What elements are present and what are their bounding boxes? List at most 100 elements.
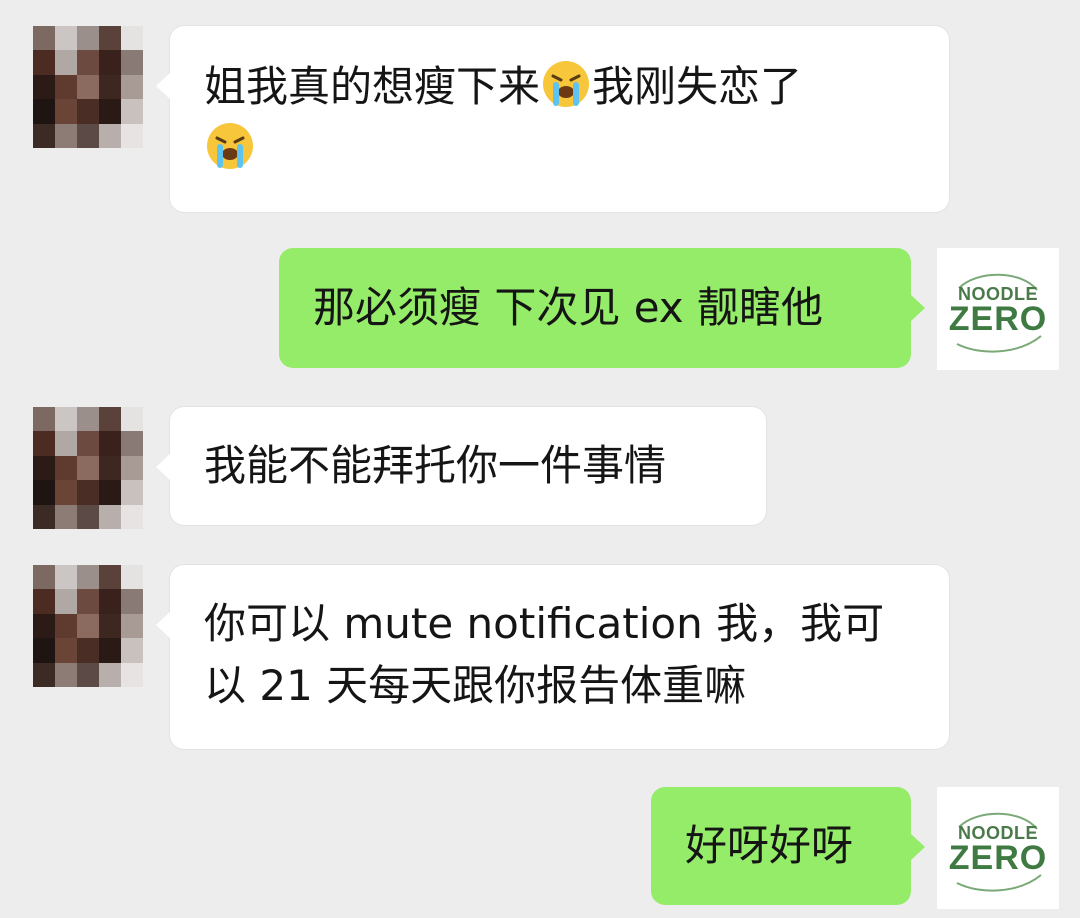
avatar-pixel bbox=[99, 613, 121, 639]
avatar-pixel bbox=[99, 123, 121, 148]
avatar-pixel bbox=[55, 638, 77, 663]
contact-avatar[interactable] bbox=[33, 407, 143, 529]
avatar-pixel bbox=[121, 662, 143, 687]
avatar-pixel bbox=[55, 407, 77, 432]
avatar-pixel bbox=[55, 480, 77, 505]
crying-face-emoji-icon bbox=[543, 61, 590, 107]
avatar-pixel bbox=[121, 504, 143, 529]
avatar-pixel bbox=[121, 431, 143, 456]
pixelated-avatar-icon bbox=[33, 26, 143, 148]
avatar-pixel bbox=[99, 455, 121, 481]
avatar-pixel bbox=[33, 565, 55, 590]
crying-face-emoji-icon bbox=[207, 123, 253, 169]
avatar-pixel bbox=[121, 50, 143, 75]
avatar-pixel bbox=[33, 662, 55, 687]
avatar-pixel bbox=[77, 50, 99, 75]
avatar-pixel bbox=[121, 480, 143, 505]
avatar-pixel bbox=[33, 455, 55, 481]
message-bubble-outgoing[interactable]: 好呀好呀 bbox=[651, 787, 925, 905]
message-bubble-incoming[interactable]: 我能不能拜托你一件事情 bbox=[156, 407, 766, 525]
avatar-pixel bbox=[33, 431, 55, 456]
avatar-pixel bbox=[121, 589, 143, 614]
avatar-pixel bbox=[99, 565, 121, 590]
avatar-pixel bbox=[33, 50, 55, 75]
avatar-pixel bbox=[77, 638, 99, 663]
message-text: 姐我真的想瘦下来 bbox=[204, 62, 541, 111]
avatar-pixel bbox=[77, 123, 99, 148]
avatar-pixel bbox=[55, 431, 77, 456]
avatar-pixel bbox=[33, 589, 55, 614]
avatar-pixel bbox=[33, 407, 55, 432]
message-text: 那必须瘦 下次见 ex 靓瞎他 bbox=[313, 283, 824, 332]
avatar-pixel bbox=[55, 74, 77, 100]
avatar-pixel bbox=[99, 431, 121, 456]
avatar-pixel bbox=[121, 123, 143, 148]
avatar-pixel bbox=[77, 26, 99, 51]
logo-zero-text: ZERO bbox=[948, 300, 1048, 338]
avatar-pixel bbox=[77, 565, 99, 590]
avatar-pixel bbox=[99, 50, 121, 75]
avatar-pixel bbox=[33, 638, 55, 663]
pixelated-avatar-icon bbox=[33, 565, 143, 687]
avatar-pixel bbox=[121, 455, 143, 481]
avatar-pixel bbox=[121, 613, 143, 639]
avatar-pixel bbox=[99, 99, 121, 124]
avatar-pixel bbox=[99, 504, 121, 529]
contact-avatar[interactable] bbox=[33, 26, 143, 148]
avatar-pixel bbox=[33, 504, 55, 529]
message-bubble-outgoing[interactable]: 那必须瘦 下次见 ex 靓瞎他 bbox=[279, 248, 925, 368]
avatar-pixel bbox=[77, 455, 99, 481]
avatar-pixel bbox=[33, 123, 55, 148]
avatar-pixel bbox=[77, 431, 99, 456]
avatar-pixel bbox=[121, 26, 143, 51]
avatar-pixel bbox=[77, 613, 99, 639]
avatar-pixel bbox=[33, 99, 55, 124]
avatar-pixel bbox=[99, 26, 121, 51]
avatar-pixel bbox=[33, 26, 55, 51]
brand-avatar[interactable]: NOODLE ZERO bbox=[937, 787, 1059, 909]
avatar-pixel bbox=[55, 565, 77, 590]
avatar-pixel bbox=[33, 480, 55, 505]
brand-avatar[interactable]: NOODLE ZERO bbox=[937, 248, 1059, 370]
message-bubble-incoming[interactable]: 姐我真的想瘦下来 我刚失恋了 bbox=[156, 26, 949, 212]
message-text-continued: 我刚失恋了 bbox=[592, 62, 803, 111]
avatar-pixel bbox=[33, 613, 55, 639]
message-text: 好呀好呀 bbox=[685, 821, 854, 870]
avatar-pixel bbox=[121, 638, 143, 663]
avatar-pixel bbox=[121, 99, 143, 124]
message-text: 我能不能拜托你一件事情 bbox=[204, 441, 667, 490]
avatar-pixel bbox=[77, 99, 99, 124]
avatar-pixel bbox=[77, 504, 99, 529]
noodle-zero-logo-icon: NOODLE ZERO bbox=[937, 248, 1059, 370]
avatar-pixel bbox=[99, 662, 121, 687]
logo-zero-text: ZERO bbox=[948, 839, 1048, 877]
avatar-pixel bbox=[77, 662, 99, 687]
avatar-pixel bbox=[99, 589, 121, 614]
avatar-pixel bbox=[99, 74, 121, 100]
avatar-pixel bbox=[77, 480, 99, 505]
avatar-pixel bbox=[121, 407, 143, 432]
avatar-pixel bbox=[99, 407, 121, 432]
avatar-pixel bbox=[77, 74, 99, 100]
avatar-pixel bbox=[55, 662, 77, 687]
avatar-pixel bbox=[55, 99, 77, 124]
avatar-pixel bbox=[121, 74, 143, 100]
avatar-pixel bbox=[77, 407, 99, 432]
avatar-pixel bbox=[55, 123, 77, 148]
contact-avatar[interactable] bbox=[33, 565, 143, 687]
avatar-pixel bbox=[55, 455, 77, 481]
pixelated-avatar-icon bbox=[33, 407, 143, 529]
avatar-pixel bbox=[99, 480, 121, 505]
avatar-pixel bbox=[55, 26, 77, 51]
avatar-pixel bbox=[121, 565, 143, 590]
avatar-pixel bbox=[55, 589, 77, 614]
avatar-pixel bbox=[55, 50, 77, 75]
message-text: 以 21 天每天跟你报告体重嘛 bbox=[204, 661, 747, 710]
noodle-zero-logo-icon: NOODLE ZERO bbox=[937, 787, 1059, 909]
avatar-pixel bbox=[99, 638, 121, 663]
avatar-pixel bbox=[55, 613, 77, 639]
message-bubble-incoming[interactable]: 你可以 mute notification 我，我可 以 21 天每天跟你报告体… bbox=[156, 565, 949, 749]
avatar-pixel bbox=[55, 504, 77, 529]
avatar-pixel bbox=[33, 74, 55, 100]
message-text: 你可以 mute notification 我，我可 bbox=[204, 599, 885, 648]
